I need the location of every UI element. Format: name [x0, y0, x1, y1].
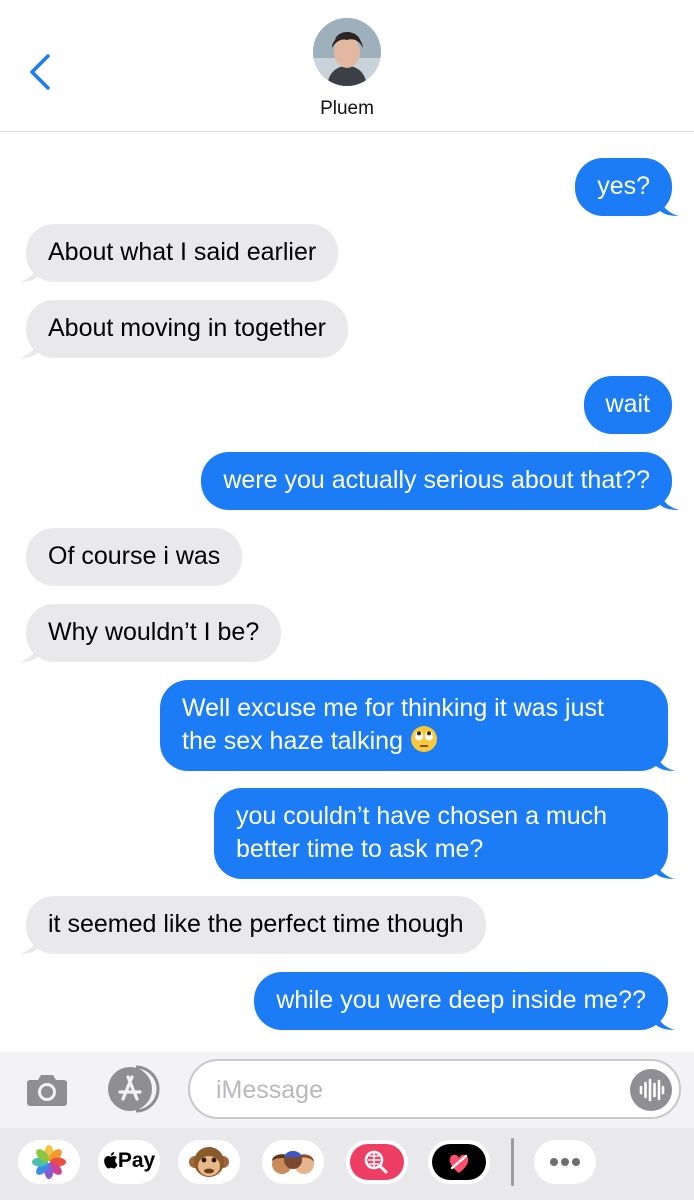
message-text: Well excuse me for thinking it was just — [182, 694, 604, 722]
bubble-tail — [19, 260, 39, 282]
message-bubble-incoming[interactable]: Why wouldn’t I be? — [19, 604, 282, 662]
message-bubble-outgoing[interactable]: while you were deep inside me?? — [254, 972, 675, 1030]
animoji-button[interactable] — [178, 1140, 240, 1184]
message-text: it seemed like the perfect time though — [48, 910, 464, 938]
photos-app-button[interactable] — [18, 1140, 80, 1184]
compose-bar — [0, 1052, 694, 1128]
digital-touch-icon — [432, 1144, 486, 1180]
message-text-line-2: the sex haze talking — [182, 725, 646, 758]
message-text-line-2: better time to ask me? — [236, 835, 484, 863]
conversation-header: Pluem — [0, 0, 694, 132]
message-text: you couldn’t have chosen a much — [236, 802, 608, 830]
message-text: Of course i was — [48, 542, 221, 570]
bubble-tail — [659, 488, 679, 510]
message-thread: yes? About what I said earlier About mov… — [0, 132, 694, 1052]
contact-avatar[interactable] — [313, 18, 381, 86]
app-store-button[interactable] — [104, 1064, 160, 1114]
back-button[interactable] — [22, 50, 62, 94]
message-bubble-outgoing[interactable]: wait — [583, 376, 672, 434]
message-bubble-outgoing[interactable]: yes? — [575, 158, 679, 216]
message-input[interactable] — [216, 1073, 616, 1107]
bubble-tail — [19, 336, 39, 358]
message-text: while you were deep inside me?? — [276, 986, 646, 1014]
more-apps-button[interactable] — [534, 1140, 596, 1184]
web-search-button[interactable] — [346, 1140, 408, 1184]
app-store-icon — [108, 1065, 160, 1113]
avatar-photo — [313, 18, 381, 86]
message-bubble-incoming[interactable]: it seemed like the perfect time though — [19, 896, 486, 954]
memoji-stickers-icon — [272, 1151, 314, 1174]
monkey-animoji-icon — [189, 1147, 229, 1177]
message-bubble-outgoing[interactable]: were you actually serious about that?? — [201, 452, 679, 510]
bubble-tail — [655, 857, 675, 879]
message-bubble-outgoing[interactable]: Well excuse me for thinking it was just … — [160, 680, 675, 771]
message-text: About what I said earlier — [48, 238, 317, 266]
bubble-tail — [659, 194, 679, 216]
camera-icon — [27, 1075, 67, 1106]
app-drawer: Pay — [0, 1128, 694, 1200]
face-with-rolling-eyes-icon — [410, 726, 437, 752]
more-apps-icon — [550, 1158, 580, 1166]
message-bubble-outgoing[interactable]: you couldn’t have chosen a much better t… — [214, 788, 675, 879]
contact-name[interactable]: Pluem — [0, 98, 694, 120]
message-bubble-incoming[interactable]: About moving in together — [19, 300, 348, 358]
apple-pay-label: Pay — [98, 1149, 160, 1173]
memoji-stickers-button[interactable] — [262, 1140, 324, 1184]
bubble-tail — [19, 932, 39, 954]
chevron-left-icon — [30, 54, 50, 90]
message-text: Why wouldn’t I be? — [48, 618, 260, 646]
bubble-tail — [655, 749, 675, 771]
bubble-tail — [655, 1008, 675, 1030]
message-bubble-incoming[interactable]: Of course i was — [26, 528, 243, 586]
message-bubble-incoming[interactable]: About what I said earlier — [19, 224, 339, 282]
digital-touch-button[interactable] — [428, 1140, 490, 1184]
apple-logo-icon — [103, 1152, 118, 1169]
message-text: were you actually serious about that?? — [223, 466, 650, 494]
message-text: About moving in together — [48, 314, 326, 342]
message-text: wait — [605, 390, 650, 418]
message-input-field[interactable] — [188, 1059, 681, 1119]
drawer-divider — [511, 1138, 514, 1186]
apple-pay-button[interactable]: Pay — [98, 1140, 160, 1184]
camera-button[interactable] — [24, 1066, 70, 1112]
photos-icon — [32, 1145, 66, 1179]
message-text: yes? — [597, 172, 650, 200]
bubble-tail — [19, 640, 39, 662]
audio-message-button[interactable] — [630, 1069, 672, 1111]
audio-waveform-icon — [639, 1078, 665, 1102]
web-search-icon — [350, 1144, 404, 1180]
